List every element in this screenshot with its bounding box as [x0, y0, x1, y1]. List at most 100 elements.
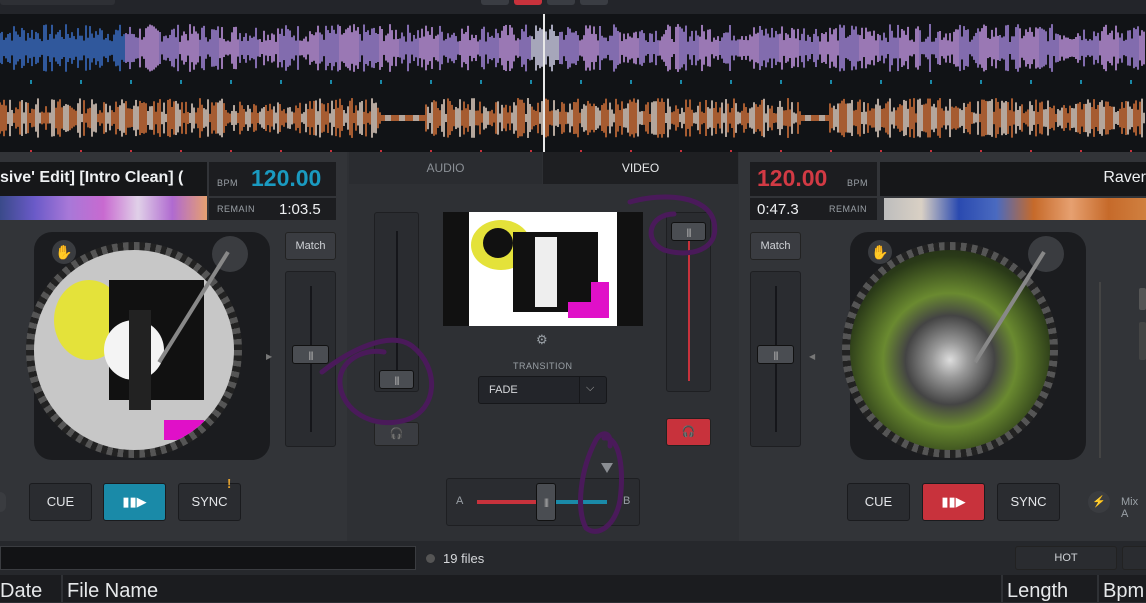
crossfader[interactable]: A B — [446, 463, 640, 526]
layout-button-1[interactable] — [481, 0, 509, 5]
beat-marker — [330, 80, 332, 84]
beat-marker — [880, 80, 882, 84]
crossfader-a-label: A — [456, 495, 464, 507]
search-input[interactable] — [0, 546, 416, 570]
left-play-button[interactable]: ▮▮▶ — [103, 483, 166, 521]
layout-button-2[interactable] — [514, 0, 542, 5]
files-indicator-icon — [426, 554, 435, 563]
right-mini-waveform[interactable] — [884, 198, 1146, 220]
layout-button-3[interactable] — [547, 0, 575, 5]
beat-marker — [30, 80, 32, 84]
left-turntable[interactable]: ✋ — [26, 232, 270, 460]
beat-marker — [530, 80, 532, 84]
waveform-display[interactable] — [0, 14, 1146, 152]
left-mini-waveform[interactable] — [0, 196, 207, 220]
right-album-art — [850, 250, 1050, 450]
headphone-icon: 🎧 — [681, 426, 696, 438]
right-side-tab-1[interactable] — [1139, 288, 1146, 310]
transition-value: FADE — [489, 384, 518, 396]
left-extra-button[interactable] — [0, 492, 6, 512]
left-track-title-area: sive' Edit] [Intro Clean] ( — [0, 162, 207, 196]
beat-marker — [730, 80, 732, 84]
right-remain-value: 0:47.3 — [757, 201, 799, 218]
left-bpm-value: 120.00 — [251, 165, 322, 191]
right-pitch-slider[interactable] — [750, 271, 801, 447]
left-nudge-arrow-icon[interactable]: ▶ — [266, 352, 272, 361]
right-track-title-area: Raver — [880, 162, 1146, 196]
top-toolbar — [0, 0, 1146, 14]
browser-toolbar: 19 files HOT — [0, 541, 1146, 575]
transition-label: TRANSITION — [513, 361, 573, 371]
tab-video[interactable]: VIDEO — [543, 152, 738, 184]
left-scratch-mode-icon[interactable]: ✋ — [52, 240, 76, 264]
left-track-title: sive' Edit] [Intro Clean] ( — [0, 169, 184, 186]
left-video-fader-knob[interactable] — [379, 370, 414, 389]
hot-button[interactable]: HOT — [1015, 546, 1117, 570]
beat-marker — [580, 80, 582, 84]
left-headphone-button[interactable]: 🎧 — [374, 422, 419, 446]
file-count: 19 files — [443, 551, 485, 566]
beat-marker — [930, 80, 932, 84]
beat-marker — [80, 80, 82, 84]
right-scratch-mode-icon[interactable]: ✋ — [868, 240, 892, 264]
right-play-button[interactable]: ▮▮▶ — [922, 483, 985, 521]
right-pitch-knob[interactable] — [757, 345, 794, 364]
left-sync-button[interactable]: SYNC — [178, 483, 241, 521]
file-list-header: Date File Name Length Bpm — [0, 575, 1146, 602]
tab-audio[interactable]: AUDIO — [349, 152, 542, 184]
crossfader-marker-icon — [601, 463, 613, 473]
beat-marker — [130, 80, 132, 84]
top-menu-button[interactable] — [0, 0, 115, 5]
crossfader-b-label: B — [623, 495, 631, 507]
right-remain-label: REMAIN — [829, 204, 868, 214]
browser-extra-button[interactable] — [1122, 546, 1146, 570]
left-bpm-display: BPM 120.00 — [209, 162, 336, 196]
beat-marker — [1080, 80, 1082, 84]
column-length[interactable]: Length — [1007, 580, 1068, 603]
right-match-button[interactable]: Match — [750, 232, 801, 260]
right-side-tab-2[interactable] — [1139, 322, 1146, 360]
play-pause-icon: ▮▮▶ — [941, 494, 966, 509]
right-video-fader[interactable] — [666, 212, 711, 392]
headphone-icon: 🎧 — [389, 428, 404, 440]
left-album-art — [34, 250, 234, 450]
right-cue-button[interactable]: CUE — [847, 483, 910, 521]
beat-marker — [780, 80, 782, 84]
right-nudge-arrow-icon[interactable]: ◀ — [809, 352, 815, 361]
beat-marker — [830, 80, 832, 84]
left-pitch-knob[interactable] — [292, 345, 329, 364]
left-remain-value: 1:03.5 — [279, 201, 321, 218]
left-match-button[interactable]: Match — [285, 232, 336, 260]
right-track-title: Raver — [1103, 169, 1146, 186]
beat-marker — [480, 80, 482, 84]
left-pitch-slider[interactable] — [285, 271, 336, 447]
right-bpm-value: 120.00 — [757, 165, 828, 191]
column-bpm[interactable]: Bpm — [1103, 580, 1144, 603]
left-cue-button[interactable]: CUE — [29, 483, 92, 521]
video-preview — [443, 212, 643, 326]
column-date[interactable]: Date — [0, 580, 42, 603]
transition-select[interactable]: FADE ⌵ — [478, 376, 607, 404]
left-video-fader[interactable] — [374, 212, 419, 392]
mix-lightning-icon[interactable]: ⚡ — [1088, 491, 1110, 513]
left-remain-display: REMAIN 1:03.5 — [209, 198, 336, 220]
beat-marker — [180, 80, 182, 84]
play-pause-icon: ▮▮▶ — [122, 494, 147, 509]
layout-button-4[interactable] — [580, 0, 608, 5]
beat-marker — [680, 80, 682, 84]
crossfader-knob[interactable] — [536, 483, 556, 521]
right-side-divider — [1099, 282, 1101, 458]
column-file-name[interactable]: File Name — [67, 580, 158, 603]
chevron-down-icon: ⌵ — [586, 382, 595, 394]
beat-marker — [380, 80, 382, 84]
beat-marker — [1130, 80, 1132, 84]
right-bpm-display: 120.00 BPM — [750, 162, 877, 196]
right-headphone-button[interactable]: 🎧 — [666, 418, 711, 446]
right-bpm-label: BPM — [847, 178, 869, 188]
video-settings-gear-icon[interactable]: ⚙ — [536, 332, 548, 348]
right-video-fader-knob[interactable] — [671, 222, 706, 241]
right-turntable[interactable]: ✋ — [842, 232, 1086, 460]
beat-marker — [1030, 80, 1032, 84]
right-sync-button[interactable]: SYNC — [997, 483, 1060, 521]
beat-marker — [230, 80, 232, 84]
